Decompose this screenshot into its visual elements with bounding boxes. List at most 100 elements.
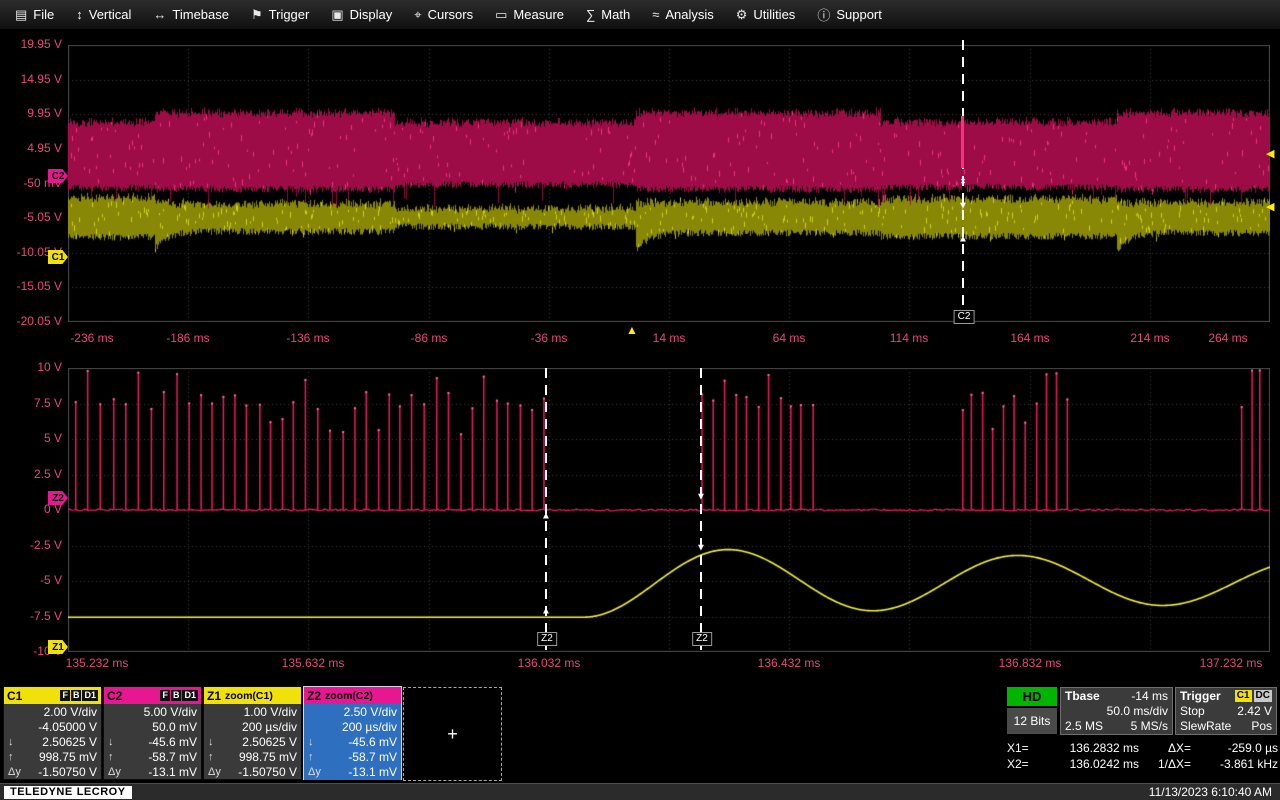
invdx-value: -3.861 kHz [1191, 757, 1278, 771]
delta-y-label: Δy [8, 765, 21, 780]
menu-item-analysis[interactable]: ≈Analysis [641, 2, 725, 27]
grid1-y-label: -15.05 V [2, 279, 62, 294]
menu-item-trigger[interactable]: ⚑Trigger [240, 2, 320, 28]
descriptor-z2[interactable]: Z2 zoom(C2) 2.50 V/div 200 µs/div ↓-45.6… [303, 686, 402, 780]
support-info-icon: ⓘ [817, 5, 830, 24]
timebase-value: 200 µs/div [204, 720, 301, 735]
grid2-x-label: 136.032 ms [504, 656, 594, 670]
delta-y-value: -13.1 mV [348, 765, 397, 780]
cursor1-icon: ↓ [208, 735, 214, 750]
descriptor-z2-body: 2.50 V/div 200 µs/div ↓-45.6 mV ↑-58.7 m… [304, 704, 401, 780]
trigger-time-marker-icon[interactable]: ▲ [626, 324, 638, 336]
vertical-icon: ↕ [76, 7, 83, 22]
cursor2-value: -58.7 mV [348, 750, 397, 765]
menu-item-label: Display [350, 7, 393, 22]
grid2-y-label: -7.5 V [2, 609, 62, 624]
menu-item-timebase[interactable]: ↔ Timebase [142, 2, 240, 27]
channel-tab-z1[interactable]: Z1 [48, 640, 68, 654]
trigger-label: Trigger [1180, 689, 1221, 703]
badge-b: B [71, 690, 82, 701]
status-bar: TELEDYNE LECROY 11/13/2023 6:10:40 AM [0, 783, 1280, 800]
grid1-plot[interactable] [68, 45, 1270, 322]
delta-y-label: Δy [108, 765, 121, 780]
grid2-plot[interactable] [68, 368, 1270, 652]
grid1-y-label: 19.95 V [2, 37, 62, 52]
cursor2-icon: ↑ [8, 750, 14, 765]
cursor-x1-grid2[interactable] [700, 368, 702, 652]
channel-tab-c2[interactable]: C2 [48, 169, 68, 183]
descriptor-c1[interactable]: C1 F B D1 2.00 V/div -4.05000 V ↓2.50625… [3, 686, 102, 780]
channel-tab-c1[interactable]: C1 [48, 250, 68, 264]
delta-y-value: -1.50750 V [38, 765, 97, 780]
grid1-y-label: 9.95 V [2, 106, 62, 121]
badge-b: B [171, 690, 182, 701]
menu-item-measure[interactable]: ▭Measure [484, 2, 575, 28]
menu-item-label: Trigger [269, 7, 310, 22]
descriptor-z1[interactable]: Z1 zoom(C1) 1.00 V/div 200 µs/div ↓2.506… [203, 686, 302, 780]
plus-icon: + [447, 724, 458, 745]
menu-item-label: Timebase [172, 7, 229, 22]
analysis-icon: ≈ [652, 7, 659, 22]
menu-item-vertical[interactable]: ↕Vertical [65, 2, 142, 27]
file-icon: ▤ [15, 7, 27, 23]
grid1-x-label: 264 ms [1188, 331, 1268, 345]
cursor1-value: -45.6 mV [148, 735, 197, 750]
badge-d1: D1 [82, 690, 98, 701]
channel-tab-z2[interactable]: Z2 [48, 491, 68, 505]
logo-lecroy: LECROY [77, 786, 126, 798]
timebase-icon: ↔ [153, 7, 166, 22]
hd-mode-indicator[interactable]: HD [1007, 687, 1057, 706]
display-icon: ▣ [331, 7, 343, 23]
offset-level-marker-icon[interactable]: ◀ [1266, 202, 1274, 213]
grid2-y-label: -2.5 V [2, 538, 62, 553]
dx-value: -259.0 µs [1191, 741, 1278, 755]
badge-d1: D1 [182, 690, 198, 701]
grid1-x-label: -36 ms [509, 331, 589, 345]
cursor-trace-highlight [961, 116, 964, 168]
badge-f: F [60, 690, 70, 701]
descriptor-c2-header: C2 F B D1 [104, 687, 201, 704]
grid2-x-label: 135.232 ms [52, 656, 142, 670]
descriptor-c2[interactable]: C2 F B D1 5.00 V/div 50.0 mV ↓-45.6 mV ↑… [103, 686, 202, 780]
cursor-arrow-down-icon: ▼ [958, 201, 968, 212]
descriptor-c1-body: 2.00 V/div -4.05000 V ↓2.50625 V ↑998.75… [4, 704, 101, 780]
vdiv-value: 2.00 V/div [4, 705, 101, 720]
grid1-y-label: -5.05 V [2, 210, 62, 225]
grid2-x-label: 137.232 ms [1186, 656, 1276, 670]
delta-y-value: -13.1 mV [148, 765, 197, 780]
timebase-value: 200 µs/div [304, 720, 401, 735]
menu-item-display[interactable]: ▣ Display [320, 2, 403, 28]
menu-item-file[interactable]: ▤ File [4, 2, 65, 28]
menu-item-utilities[interactable]: ⚙Utilities [725, 2, 807, 28]
grid1-x-label: -236 ms [52, 331, 132, 345]
offset-value: 50.0 mV [104, 720, 201, 735]
descriptor-z1-header: Z1 zoom(C1) [204, 687, 301, 704]
cursor2-value: -58.7 mV [148, 750, 197, 765]
grid2-y-label: 10 V [2, 360, 62, 375]
grid2-y-label: 7.5 V [2, 396, 62, 411]
utilities-gear-icon: ⚙ [736, 7, 748, 23]
menu-item-support[interactable]: ⓘSupport [806, 0, 893, 29]
descriptor-z2-header: Z2 zoom(C2) [304, 687, 401, 704]
tbase-rate: 5 MS/s [1131, 719, 1168, 733]
grid1-x-label: 214 ms [1110, 331, 1190, 345]
grid1-y-label: 14.95 V [2, 72, 62, 87]
menu-item-math[interactable]: ∑Math [575, 2, 641, 27]
grid2-y-label: 2.5 V [2, 467, 62, 482]
logo-teledyne: TELEDYNE [10, 786, 73, 798]
add-trace-button[interactable]: + [403, 687, 502, 781]
invdx-label: 1/ΔX= [1139, 757, 1191, 771]
timebase-box[interactable]: Tbase-14 ms 50.0 ms/div 2.5 MS5 MS/s [1060, 687, 1173, 735]
offset-value: -4.05000 V [4, 720, 101, 735]
cursor-readout-x1: X1= 136.2832 ms ΔX= -259.0 µs [1007, 741, 1278, 755]
trigger-level-marker-icon[interactable]: ◀ [1266, 149, 1274, 160]
cursor-z2-label: Z2 [537, 632, 557, 646]
cursor-arrow-up-icon: ▲ [958, 234, 968, 245]
cursor-arrow-up-icon: ▲ [541, 606, 551, 617]
vdiv-value: 5.00 V/div [104, 705, 201, 720]
trigger-level: 2.42 V [1237, 704, 1272, 718]
menu-item-label: File [33, 7, 54, 22]
tbase-scale: 50.0 ms/div [1107, 704, 1168, 718]
menu-item-cursors[interactable]: ⌖Cursors [403, 2, 484, 28]
trigger-box[interactable]: Trigger C1 DC Stop2.42 V SlewRatePos [1175, 687, 1277, 735]
